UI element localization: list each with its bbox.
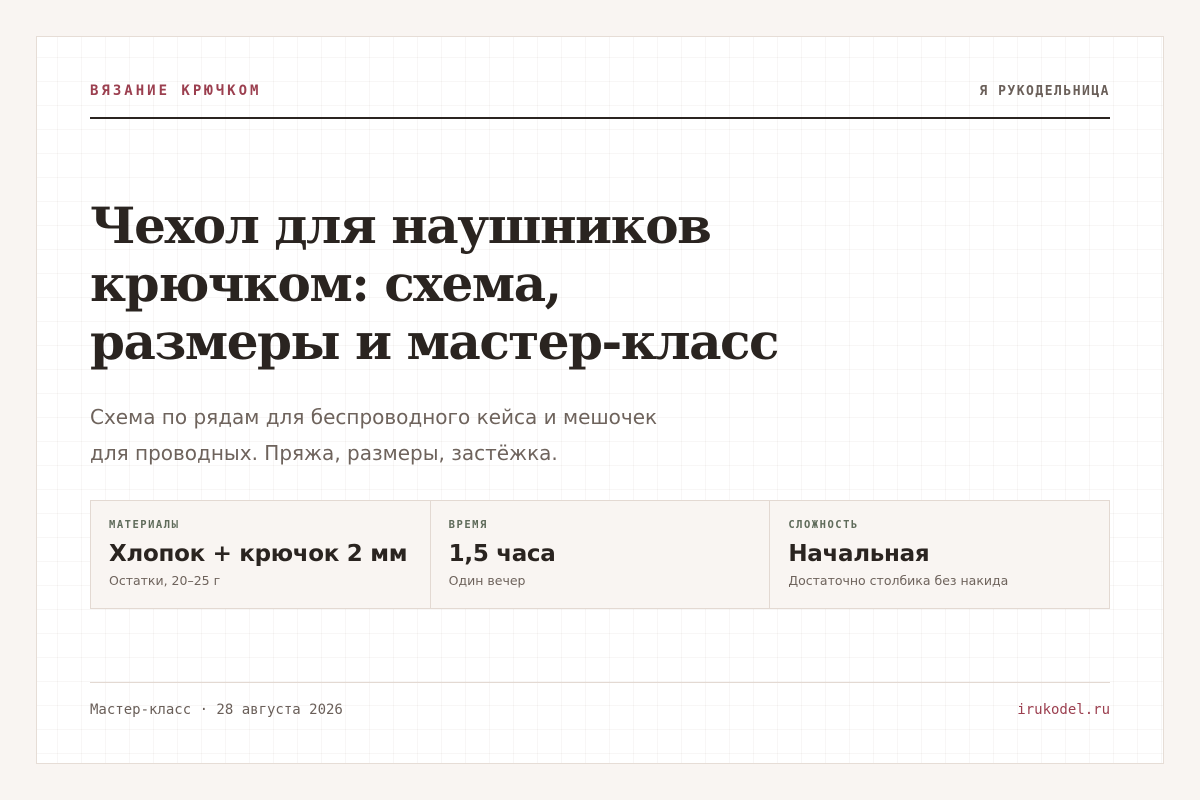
fact-label: МАТЕРИАЛЫ [109, 519, 180, 531]
subtitle-line: Схема по рядам для беспроводного кейса и… [90, 405, 658, 429]
fact-difficulty: СЛОЖНОСТЬ Начальная Достаточно столбика … [770, 501, 1109, 608]
title-line: крючком: схема, [90, 254, 562, 313]
fact-time: ВРЕМЯ 1,5 часа Один вечер [431, 501, 771, 608]
fact-value: Начальная [788, 541, 930, 567]
category-link[interactable]: ВЯЗАНИЕ КРЮЧКОМ [90, 83, 261, 99]
facts-panel: МАТЕРИАЛЫ Хлопок + крючок 2 мм Остатки, … [90, 500, 1110, 609]
fact-label: СЛОЖНОСТЬ [788, 519, 859, 531]
title-line: Чехол для наушников [90, 196, 712, 255]
subtitle-line: для проводных. Пряжа, размеры, застёжка. [90, 441, 558, 465]
fact-label: ВРЕМЯ [448, 519, 488, 531]
page-subtitle: Схема по рядам для беспроводного кейса и… [90, 399, 730, 471]
top-bar: ВЯЗАНИЕ КРЮЧКОМ Я РУКОДЕЛЬНИЦА [90, 83, 1110, 119]
article-card: ВЯЗАНИЕ КРЮЧКОМ Я РУКОДЕЛЬНИЦА Чехол для… [36, 36, 1164, 764]
card-content: ВЯЗАНИЕ КРЮЧКОМ Я РУКОДЕЛЬНИЦА Чехол для… [90, 37, 1110, 763]
publish-meta: Мастер-класс · 28 августа 2026 [90, 702, 343, 718]
fact-value: 1,5 часа [448, 541, 556, 567]
footer: Мастер-класс · 28 августа 2026 irukodel.… [90, 682, 1110, 718]
fact-value: Хлопок + крючок 2 мм [109, 541, 408, 567]
site-link[interactable]: irukodel.ru [1017, 702, 1110, 718]
fact-note: Один вечер [448, 573, 526, 588]
brand-name[interactable]: Я РУКОДЕЛЬНИЦА [979, 83, 1110, 99]
fact-note: Достаточно столбика без накида [788, 573, 1009, 588]
title-line: размеры и мастер-класс [90, 312, 779, 371]
fact-materials: МАТЕРИАЛЫ Хлопок + крючок 2 мм Остатки, … [91, 501, 431, 608]
fact-note: Остатки, 20–25 г [109, 573, 221, 588]
page-title: Чехол для наушников крючком: схема, разм… [90, 197, 810, 371]
